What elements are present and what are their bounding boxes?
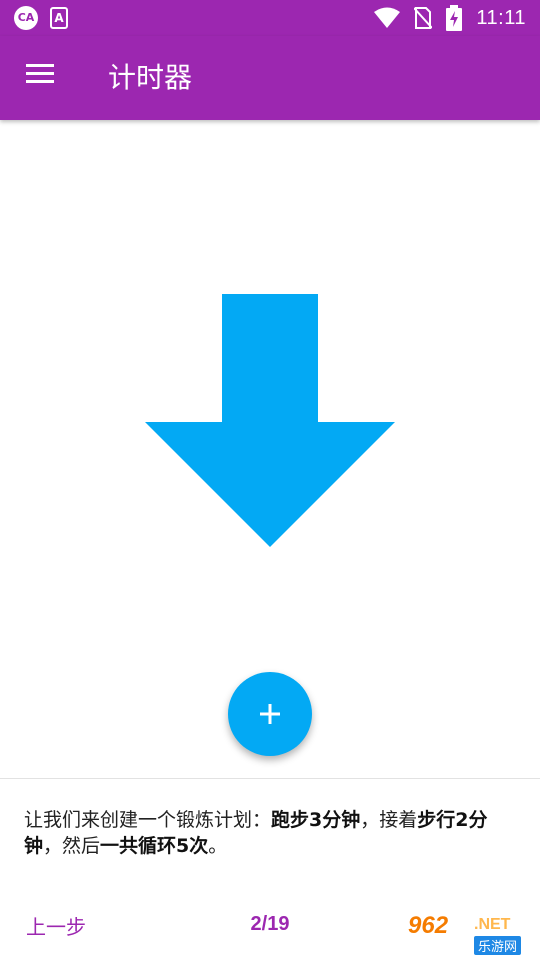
tutorial-text-part: ，然后 [43, 835, 101, 857]
watermark-suffix: .NET [474, 916, 511, 933]
no-sim-icon [414, 7, 433, 29]
app-notification-icon: CA [14, 6, 38, 30]
tutorial-text: 让我们来创建一个锻炼计划：跑步3分钟，接着步行2分钟，然后一共循环5次。 [24, 807, 524, 859]
status-bar: CA A 11:11 [0, 0, 540, 36]
status-notifications: CA A [14, 6, 68, 30]
add-icon [260, 704, 280, 724]
tutorial-text-part: ，接着 [360, 809, 418, 831]
watermark-main: 962 [408, 912, 449, 939]
app-bar: 计时器 [0, 36, 540, 120]
watermark-sub: 乐游网 [474, 936, 522, 955]
watermark-logo: 962 .NET 乐游网 [402, 912, 536, 956]
menu-icon[interactable] [22, 60, 62, 96]
a-notification-icon: A [50, 7, 68, 29]
arrow-down-icon [145, 294, 395, 547]
battery-charging-icon [446, 5, 463, 31]
status-system: 11:11 [374, 4, 526, 32]
tutorial-text-part: 让我们来创建一个锻炼计划： [24, 809, 272, 831]
wifi-icon [374, 7, 401, 28]
tutorial-text-bold: 一共循环5次 [100, 835, 209, 857]
tutorial-text-bold: 跑步3分钟 [271, 809, 361, 831]
tutorial-text-part: 。 [208, 835, 228, 857]
page-title: 计时器 [108, 61, 193, 94]
add-timer-button[interactable] [228, 672, 312, 756]
status-time: 11:11 [476, 6, 526, 29]
